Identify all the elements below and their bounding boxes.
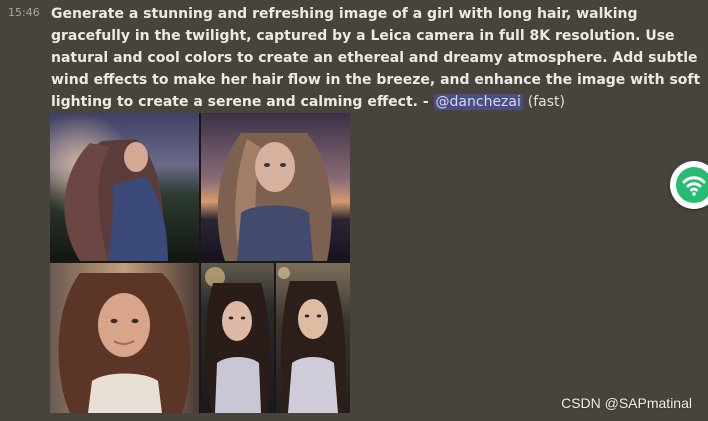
portrait-image-icon — [201, 263, 274, 413]
portrait-image-icon — [201, 113, 350, 261]
portrait-image-icon — [276, 263, 350, 413]
mode-tag: (fast) — [527, 94, 565, 110]
user-mention[interactable]: @danchezai — [433, 94, 523, 110]
message-content: Generate a stunning and refreshing image… — [51, 3, 703, 113]
generated-image-1[interactable] — [50, 113, 199, 261]
generated-image-2[interactable] — [201, 113, 350, 261]
generated-image-4[interactable] — [201, 263, 274, 413]
generated-image-5[interactable] — [276, 263, 350, 413]
generated-image-3[interactable] — [50, 263, 199, 413]
portrait-image-icon — [50, 263, 199, 413]
prompt-text: Generate a stunning and refreshing image… — [51, 6, 701, 110]
image-grid — [50, 113, 350, 413]
message-timestamp: 15:46 — [8, 6, 40, 19]
watermark: CSDN @SAPmatinal — [561, 395, 692, 411]
portrait-image-icon — [50, 113, 199, 261]
floating-status-widget[interactable] — [670, 161, 708, 209]
wifi-icon — [676, 167, 708, 203]
